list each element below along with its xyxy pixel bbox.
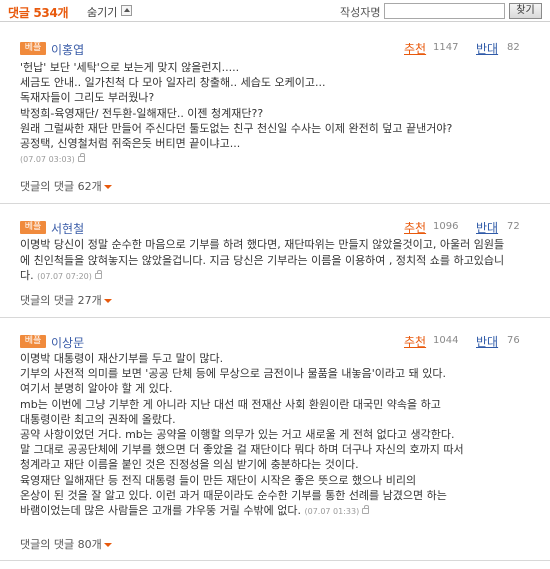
reply-toggle-label[interactable]: 댓글의 댓글 62개 [20, 180, 102, 193]
search-button[interactable]: 찾기 [509, 3, 542, 19]
comment-line: 대통령이란 최고의 권좌에 올랐다. [20, 412, 176, 426]
recommend-count: 1096 [433, 221, 459, 232]
comment-body: 이명박 당신이 정말 순수한 마음으로 기부를 하려 했다면, 재단따위는 만들… [20, 237, 540, 285]
lock-icon [94, 270, 102, 280]
reply-toggle[interactable]: 댓글의 댓글 62개 [20, 178, 112, 194]
recommend-button[interactable]: 추천 [404, 333, 426, 350]
recommend-count: 1044 [433, 335, 459, 346]
comment-line: 원래 그럴싸한 재단 만들어 주신다던 툴도없는 친구 천신일 수사는 이제 완… [20, 121, 453, 135]
comment-line: 독재자들이 그리도 부러웠나? [20, 91, 155, 105]
recommend-button[interactable]: 추천 [404, 219, 426, 236]
best-comment-badge: 베플 [20, 42, 46, 55]
author-search-input[interactable] [384, 3, 505, 19]
comment-line: 청계라고 재단 이름을 붙인 것은 진정성을 의심 받기에 충분하다는 것이다. [20, 458, 359, 472]
vote-area: 추천 1147 반대 82 [404, 40, 534, 56]
comment-count-label: 댓글 534개 [8, 6, 69, 20]
oppose-count: 82 [507, 42, 520, 53]
best-comment-badge: 베플 [20, 335, 46, 348]
comment-line: 바램이었는데 많은 사람들은 고개를 갸우뚱 거릴 수밖에 없다. [20, 504, 301, 518]
caret-down-icon [103, 543, 112, 547]
comment-header: 베플 이상문 추천 1044 반대 76 [20, 333, 540, 351]
comment-timestamp: (07.07 01:33) [304, 507, 360, 517]
comment-header: 베플 서현철 추천 1096 반대 72 [20, 219, 540, 237]
reply-toggle[interactable]: 댓글의 댓글 80개 [20, 536, 112, 552]
comment-line: 공약 사항이었던 거다. mb는 공약을 이행할 의무가 있는 거고 새로울 게… [20, 428, 455, 442]
recommend-count: 1147 [433, 42, 459, 53]
comment-divider [0, 317, 550, 318]
lock-icon [77, 153, 85, 163]
hide-comments-link[interactable]: 숨기기 [87, 4, 117, 20]
comment-toolbar: 댓글 534개 숨기기 작성자명 찾기 [0, 0, 550, 22]
comment-line: '헌납' 보단 '세탁'으로 보는게 맞지 않을런지..... [20, 61, 240, 74]
comment-line: 기부의 사전적 의미를 보면 '공공 단체 등에 무상으로 금전이나 물품을 내… [20, 367, 446, 381]
oppose-button[interactable]: 반대 [476, 219, 498, 236]
comment-header: 베플 이홍엽 추천 1147 반대 82 [20, 40, 540, 58]
vote-area: 추천 1044 반대 76 [404, 333, 534, 349]
oppose-button[interactable]: 반대 [476, 40, 498, 57]
author-search-label: 작성자명 [340, 6, 381, 19]
reply-toggle[interactable]: 댓글의 댓글 27개 [20, 292, 112, 308]
best-comment-badge: 베플 [20, 221, 46, 234]
comment-author[interactable]: 서현철 [51, 220, 84, 237]
comment-line: 공정택, 신영철처럼 쥐죽은듯 버티면 끝이냐고... [20, 137, 241, 151]
comment-line: 박정희-육영재단/ 전두환-일해재단.. 이젠 청계재단?? [20, 106, 264, 120]
comment-line: 이명박 대통령이 재산기부를 두고 말이 많다. [20, 352, 224, 365]
oppose-count: 76 [507, 335, 520, 346]
lock-icon [362, 505, 370, 515]
caret-down-icon [103, 299, 112, 303]
comment-body: 이명박 대통령이 재산기부를 두고 말이 많다. 기부의 사전적 의미를 보면 … [20, 351, 540, 519]
recommend-button[interactable]: 추천 [404, 40, 426, 57]
comment-author[interactable]: 이홍엽 [51, 41, 84, 58]
comment-line: 에 친인척들을 앉혀놓지는 않았을겁니다. 지금 당신은 기부라는 이름을 이용… [20, 253, 505, 267]
comment-line: 다. [20, 269, 34, 283]
comment-divider [0, 203, 550, 204]
comment-line: 말 그대로 공공단체에 기부를 했으면 더 좋았을 걸 재단이다 뭐다 하며 더… [20, 443, 464, 457]
comment-line: mb는 이번에 그냥 기부한 게 아니라 지난 대선 때 전재산 사회 환원이란… [20, 397, 441, 411]
comment-timestamp: (07.07 07:20) [37, 272, 92, 282]
vote-area: 추천 1096 반대 72 [404, 219, 534, 235]
oppose-count: 72 [507, 221, 520, 232]
comment-line: 이명박 당신이 정말 순수한 마음으로 기부를 하려 했다면, 재단따위는 만들… [20, 238, 505, 251]
comment-line: 여기서 분명히 알아야 할 게 있다. [20, 382, 173, 396]
comment-author[interactable]: 이상문 [51, 334, 84, 351]
reply-toggle-label[interactable]: 댓글의 댓글 27개 [20, 294, 102, 307]
comment-body: '헌납' 보단 '세탁'으로 보는게 맞지 않을런지..... 세금도 안내..… [20, 60, 540, 167]
caret-down-icon [103, 185, 112, 189]
comment-divider [0, 560, 550, 561]
comment-timestamp: (07.07 03:03) [20, 155, 75, 165]
comment-line: 온상이 된 것을 잘 알고 있다. 이런 과거 때문이라도 순수한 기부를 통한… [20, 488, 447, 502]
comment-line: 세금도 안내.. 일가친척 다 모아 일자리 창출해.. 세습도 오케이고... [20, 76, 326, 90]
comment-line: 육영재단 일해재단 등 전직 대통령 들이 만든 재단이 시작은 좋은 뜻으로 … [20, 473, 417, 487]
oppose-button[interactable]: 반대 [476, 333, 498, 350]
reply-toggle-label[interactable]: 댓글의 댓글 80개 [20, 538, 102, 551]
collapse-arrow-icon[interactable] [121, 5, 132, 16]
